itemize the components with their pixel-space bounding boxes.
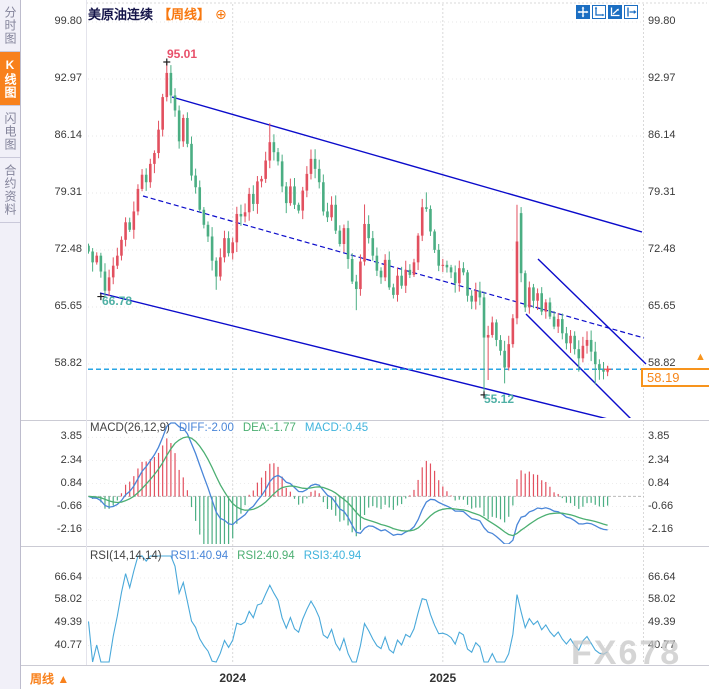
macd-axis-label: -2.16 xyxy=(24,523,82,535)
price-axis-label: 65.65 xyxy=(648,300,703,312)
price-axis-label: 79.31 xyxy=(648,186,703,198)
sidebar-tab-time-chart[interactable]: 分时图 xyxy=(0,0,20,52)
macd-axis-label: -0.66 xyxy=(24,500,82,512)
sidebar-tab-lightning-chart[interactable]: 闪电图 xyxy=(0,106,20,158)
chart-canvas[interactable] xyxy=(0,0,709,689)
channel-anchor-annotation: 66.78 xyxy=(102,294,132,308)
price-axis-label: 92.97 xyxy=(24,72,82,84)
rsi-axis-label: 40.77 xyxy=(24,639,82,651)
price-axis-label: 86.14 xyxy=(24,129,82,141)
chart-toolbar xyxy=(576,5,638,19)
rsi-axis-label: 49.39 xyxy=(648,616,703,628)
macd-axis-label: 0.84 xyxy=(648,477,703,489)
rsi-header: RSI(14,14,14) RSI1:40.94 RSI2:40.94 RSI3:40… xyxy=(90,550,361,562)
timeframe-selector[interactable]: 周线 ▲ xyxy=(30,670,69,687)
macd-axis-label: -2.16 xyxy=(648,523,703,535)
low-price-annotation: 55.12 xyxy=(484,392,514,406)
macd-axis-label: 3.85 xyxy=(648,430,703,442)
rsi2-value: RSI2:40.94 xyxy=(237,550,295,562)
macd-dea-value: DEA:-1.77 xyxy=(243,422,296,434)
sidebar-tab-contract-info[interactable]: 合约资料 xyxy=(0,158,20,223)
macd-axis-label: 0.84 xyxy=(24,477,82,489)
chart-header: 美原油连续【周线】 ⊕ xyxy=(88,4,227,24)
macd-diff-value: DIFF:-2.00 xyxy=(179,422,234,434)
price-axis-label: 79.31 xyxy=(24,186,82,198)
rsi-axis-label: 49.39 xyxy=(24,616,82,628)
rsi-axis-label: 58.02 xyxy=(648,593,703,605)
axis-range-icon[interactable] xyxy=(592,5,606,19)
price-axis-label: 65.65 xyxy=(24,300,82,312)
price-axis-label: 92.97 xyxy=(648,72,703,84)
add-overlay-icon[interactable]: ⊕ xyxy=(215,6,227,22)
price-axis-label: 72.48 xyxy=(24,243,82,255)
price-up-arrow-icon: ▲ xyxy=(695,351,706,363)
x-axis-year-label: 2024 xyxy=(219,671,246,685)
price-axis-label: 99.80 xyxy=(24,15,82,27)
rsi-title: RSI(14,14,14) xyxy=(90,550,162,562)
timeframe-tag: 【周线】 xyxy=(158,7,210,22)
macd-title: MACD(26,12,9) xyxy=(90,422,170,434)
sidebar: 分时图 K线图 闪电图 合约资料 xyxy=(0,0,21,689)
x-axis-year-label: 2025 xyxy=(429,671,456,685)
trading-app-window: 分时图 K线图 闪电图 合约资料 美原油连续【周线】 ⊕ xyxy=(0,0,709,689)
macd-axis-label: 3.85 xyxy=(24,430,82,442)
last-price-box: 58.19 xyxy=(641,368,709,387)
macd-axis-label: 2.34 xyxy=(648,454,703,466)
macd-header: MACD(26,12,9) DIFF:-2.00 DEA:-1.77 MACD:-0.… xyxy=(90,422,368,434)
macd-axis-label: -0.66 xyxy=(648,500,703,512)
sidebar-tab-kline-chart[interactable]: K线图 xyxy=(0,52,20,106)
rsi-axis-label: 66.64 xyxy=(648,571,703,583)
symbol-title: 美原油连续 xyxy=(88,7,153,22)
chart-scale-icon[interactable] xyxy=(608,5,622,19)
dropdown-arrow-icon: ▲ xyxy=(57,672,69,686)
price-axis-label: 86.14 xyxy=(648,129,703,141)
rsi3-value: RSI3:40.94 xyxy=(304,550,362,562)
price-axis-label: 58.82 xyxy=(24,357,82,369)
price-axis-label: 72.48 xyxy=(648,243,703,255)
price-axis-label: 99.80 xyxy=(648,15,703,27)
rsi-axis-label: 58.02 xyxy=(24,593,82,605)
rsi-axis-label: 66.64 xyxy=(24,571,82,583)
pan-move-icon[interactable] xyxy=(576,5,590,19)
watermark: FX678 xyxy=(571,634,681,673)
macd-hist-value: MACD:-0.45 xyxy=(305,422,368,434)
macd-axis-label: 2.34 xyxy=(24,454,82,466)
rsi1-value: RSI1:40.94 xyxy=(171,550,229,562)
high-price-annotation: 95.01 xyxy=(167,47,197,61)
collapse-right-icon[interactable] xyxy=(624,5,638,19)
